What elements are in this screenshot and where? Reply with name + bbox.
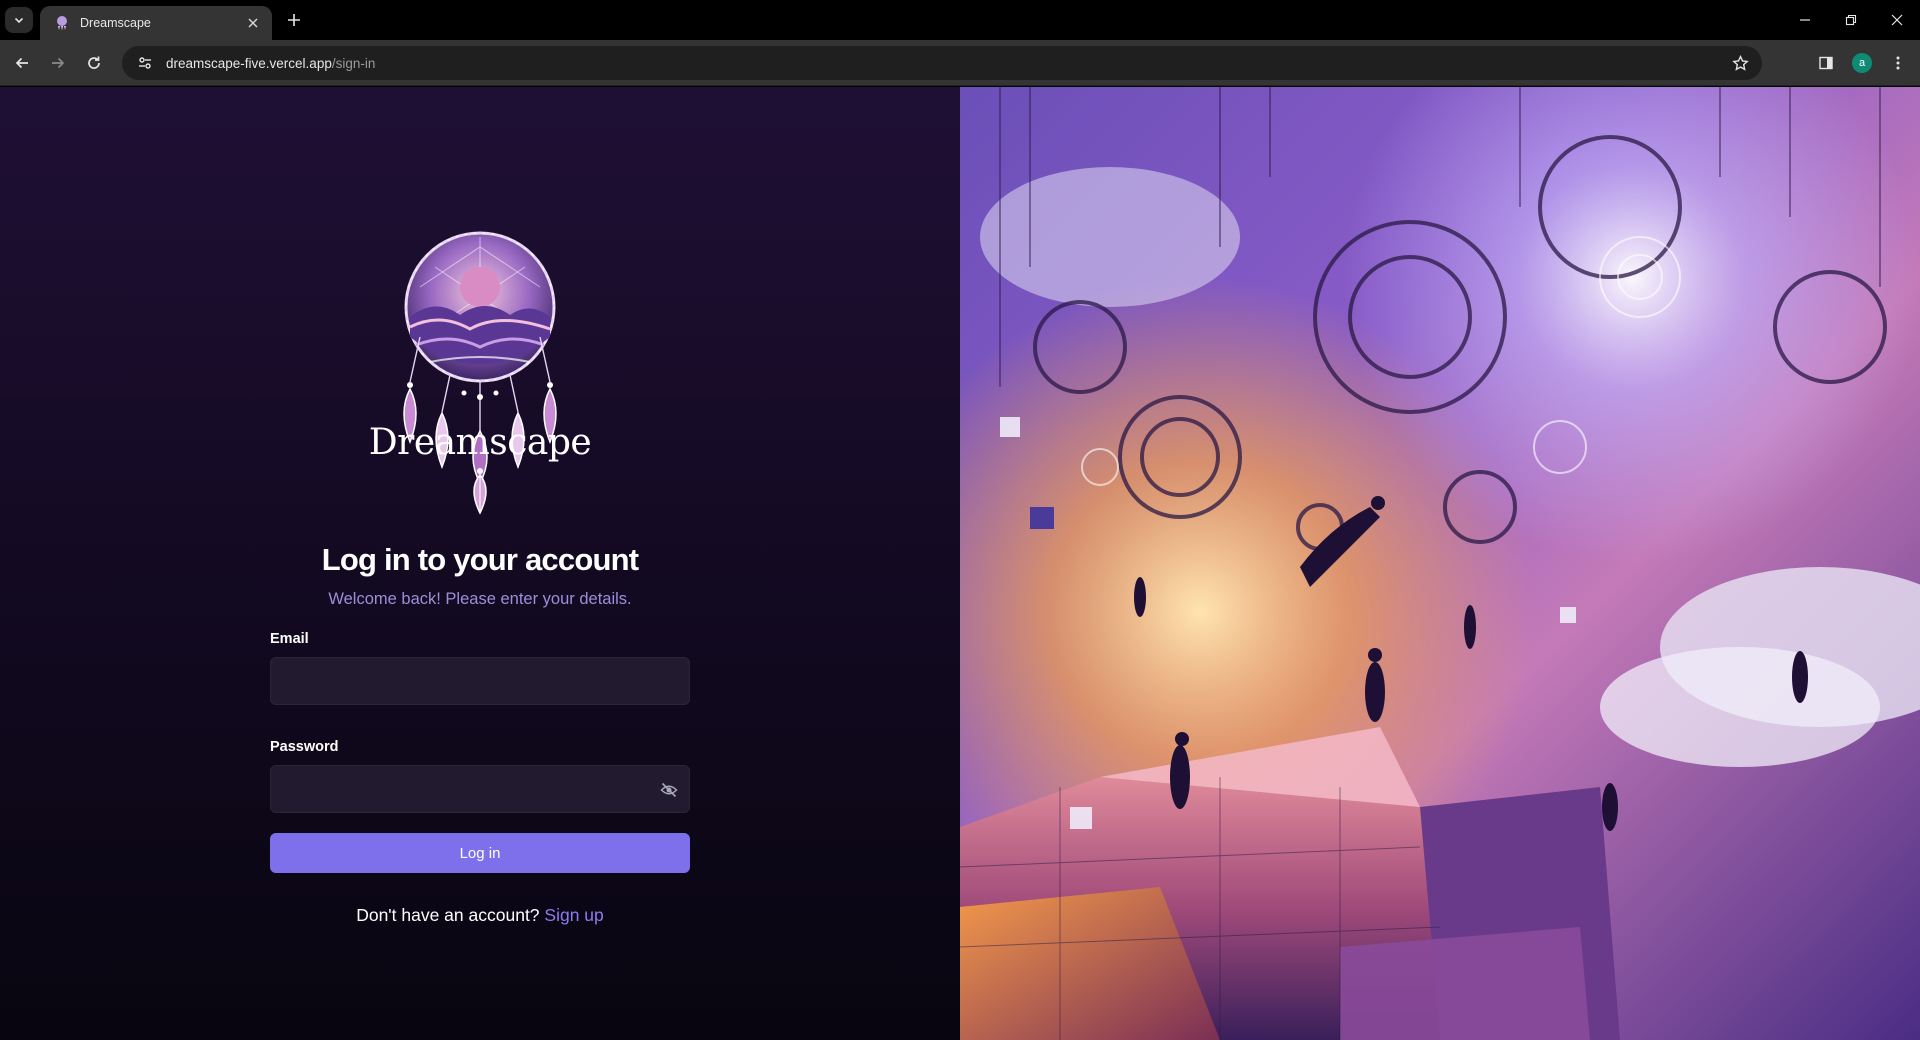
browser-tab-active[interactable]: Dreamscape (40, 6, 272, 40)
side-panel-button[interactable] (1812, 49, 1840, 77)
tab-title: Dreamscape (80, 16, 151, 30)
email-label: Email (270, 631, 309, 647)
email-input-wrapper (270, 657, 690, 705)
plus-icon (288, 14, 300, 26)
chevron-down-icon (14, 17, 24, 24)
arrow-right-icon (52, 57, 65, 69)
url-path: /sign-in (331, 55, 376, 71)
bookmark-star-icon[interactable] (1730, 53, 1750, 73)
site-settings-icon[interactable] (134, 52, 156, 74)
url-text: dreamscape-five.vercel.app/sign-in (166, 56, 375, 71)
email-field[interactable] (271, 658, 689, 704)
arrow-left-icon (15, 57, 28, 69)
signup-prompt-line: Don't have an account? Sign up (270, 905, 690, 926)
address-bar[interactable]: dreamscape-five.vercel.app/sign-in (122, 46, 1762, 80)
page-subtitle: Welcome back! Please enter your details. (328, 590, 632, 608)
password-label: Password (270, 739, 339, 755)
dreamscape-favicon-icon (57, 16, 67, 31)
page-title: Log in to your account (321, 542, 639, 577)
sign-in-panel: Dreamscape Log in to your account Welcom… (0, 87, 960, 1040)
feather-icon (466, 467, 494, 520)
more-vertical-icon (1896, 56, 1900, 70)
new-tab-button[interactable] (282, 8, 306, 32)
sign-in-page: Dreamscape Log in to your account Welcom… (0, 87, 1920, 1040)
side-panel-icon (1819, 56, 1833, 70)
restore-icon (1845, 14, 1857, 26)
password-input-wrapper (270, 765, 690, 813)
hero-artwork-image (960, 87, 1920, 1040)
browser-menu-button[interactable] (1884, 49, 1912, 77)
profile-button[interactable]: a (1848, 49, 1876, 77)
minimize-icon (1800, 19, 1810, 21)
reload-icon (88, 56, 100, 69)
avatar: a (1852, 53, 1872, 73)
brand-name: Dreamscape (368, 422, 592, 463)
eye-off-icon (660, 782, 678, 798)
close-icon (1891, 14, 1903, 26)
forward-button[interactable] (44, 49, 72, 77)
login-form: Log in to your account Welcome back! Ple… (270, 542, 690, 926)
close-tab-icon[interactable] (244, 14, 262, 32)
reload-button[interactable] (80, 49, 108, 77)
close-window-button[interactable] (1874, 0, 1920, 40)
browser-toolbar: dreamscape-five.vercel.app/sign-in a (0, 40, 1920, 86)
signup-link[interactable]: Sign up (544, 905, 603, 925)
back-button[interactable] (8, 49, 36, 77)
signup-prompt: Don't have an account? (356, 905, 540, 925)
browser-tab-bar: Dreamscape (0, 0, 1920, 40)
minimize-window-button[interactable] (1782, 0, 1828, 40)
password-field[interactable] (271, 766, 689, 812)
tab-search-button[interactable] (5, 7, 33, 33)
login-button[interactable]: Log in (270, 833, 690, 873)
url-host: dreamscape-five.vercel.app (166, 55, 332, 71)
restore-window-button[interactable] (1828, 0, 1874, 40)
toggle-password-visibility-button[interactable] (659, 780, 679, 800)
